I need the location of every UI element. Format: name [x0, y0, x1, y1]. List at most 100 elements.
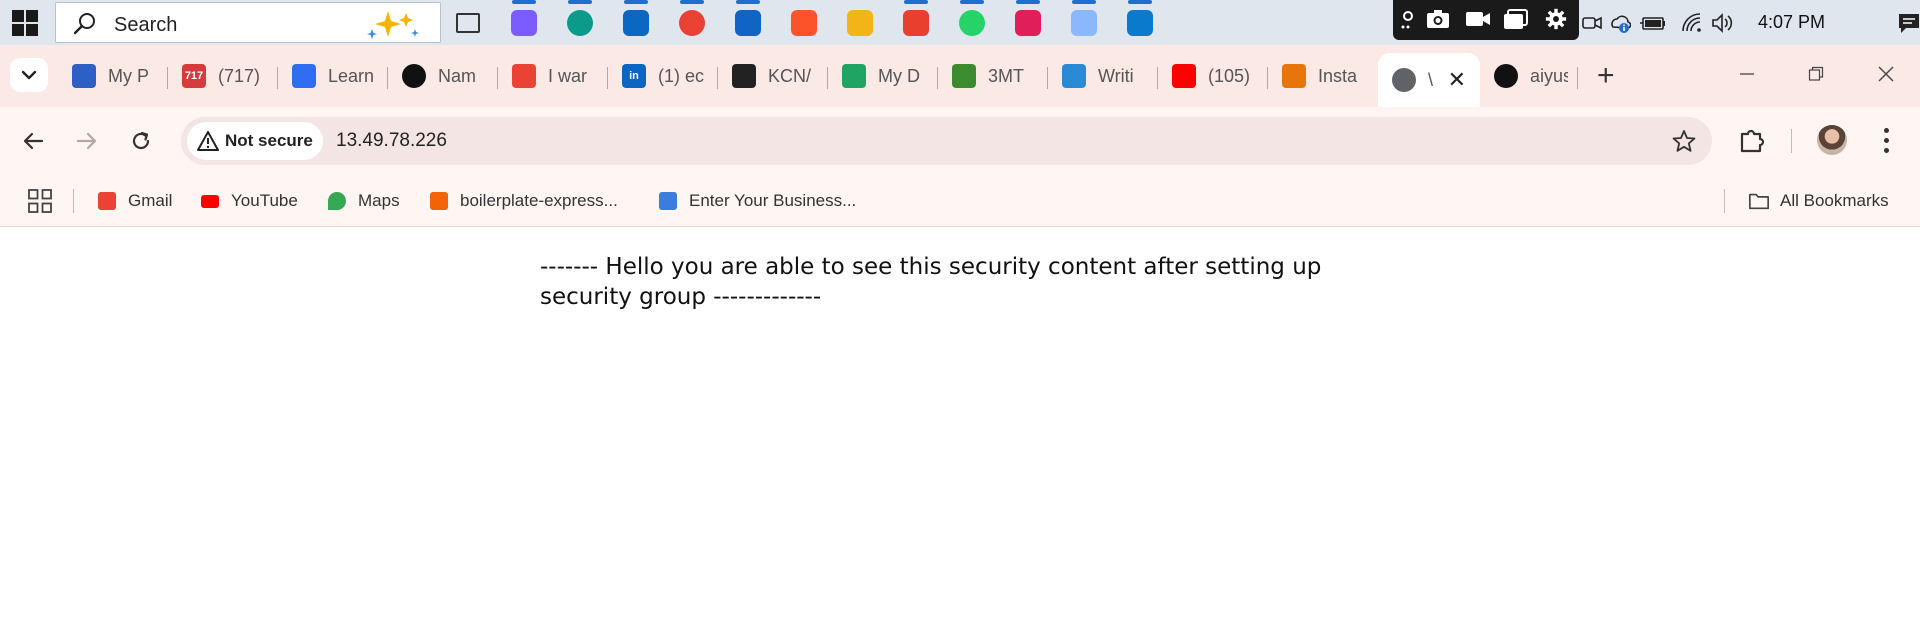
running-indicator	[904, 0, 928, 4]
bookmark-item[interactable]: Enter Your Business...	[657, 187, 856, 215]
tab[interactable]: Learn	[278, 53, 388, 99]
tab[interactable]: My P	[58, 53, 168, 99]
taskbar-app[interactable]	[1010, 0, 1046, 41]
settings-gear-icon[interactable]	[1543, 8, 1569, 30]
tab[interactable]: KCN/	[718, 53, 828, 99]
running-indicator	[736, 0, 760, 4]
wps-icon	[903, 10, 929, 36]
taskbar-app[interactable]	[786, 5, 822, 41]
tab-title: Insta	[1318, 65, 1358, 86]
gmail-icon	[96, 190, 118, 212]
copilot-icon	[511, 10, 537, 36]
clock[interactable]: 4:07 PM	[1758, 12, 1825, 33]
browser-menu-button[interactable]	[1876, 125, 1896, 155]
pin-icon[interactable]	[1399, 8, 1417, 30]
url-text[interactable]: 13.49.78.226	[336, 130, 447, 152]
kcn-icon	[732, 64, 756, 88]
tab-separator	[1577, 67, 1578, 89]
close-window-button[interactable]	[1866, 57, 1906, 91]
page-message: ------- Hello you are able to see this s…	[540, 254, 1322, 310]
onedrive-info-icon[interactable]	[1609, 12, 1631, 34]
bookmark-item[interactable]: boilerplate-express...	[428, 187, 618, 215]
warning-triangle-icon	[197, 131, 219, 151]
tab-title: KCN/	[768, 65, 812, 86]
tab-search-button[interactable]	[10, 58, 48, 92]
close-icon	[1878, 66, 1894, 82]
running-indicator	[568, 0, 592, 4]
tab[interactable]: (105)	[1158, 53, 1268, 99]
bookmark-item[interactable]: YouTube	[199, 187, 298, 215]
tab-title: aiyus	[1530, 65, 1568, 86]
taskbar-search-label: Search	[114, 14, 178, 36]
arrow-left-icon	[23, 132, 44, 150]
bookmark-item[interactable]: Gmail	[96, 187, 172, 215]
notification-717-icon: 717	[182, 64, 206, 88]
tab[interactable]: 3MT	[938, 53, 1048, 99]
taskbar: Search 4:07 PM	[0, 0, 1920, 45]
extensions-puzzle-icon[interactable]	[1737, 125, 1767, 155]
taskbar-app[interactable]	[1122, 0, 1158, 41]
meet-now-icon[interactable]	[1581, 12, 1603, 34]
search-icon	[73, 13, 95, 35]
tab[interactable]: Nam	[388, 53, 498, 99]
tab-title: \	[1428, 69, 1434, 90]
close-tab-icon[interactable]: ✕	[1448, 67, 1466, 93]
running-indicator	[1016, 0, 1040, 4]
battery-charging-icon[interactable]	[1639, 12, 1667, 34]
taskbar-app[interactable]	[730, 0, 766, 41]
video-record-icon[interactable]	[1465, 8, 1491, 30]
taskbar-app[interactable]	[450, 5, 486, 41]
tab[interactable]: 717 (717)	[168, 53, 278, 99]
tab[interactable]: I war	[498, 53, 608, 99]
site-security-chip[interactable]: Not secure	[187, 122, 323, 160]
notifications-icon[interactable]	[1897, 12, 1920, 34]
taskbar-app[interactable]	[674, 0, 710, 41]
vscode-icon	[1127, 10, 1153, 36]
all-bookmarks-button[interactable]: All Bookmarks	[1748, 187, 1889, 215]
window-capture-icon[interactable]	[1503, 8, 1529, 30]
taskbar-app[interactable]	[954, 0, 990, 41]
edge-icon	[567, 10, 593, 36]
whatsapp-icon	[959, 10, 985, 36]
new-tab-button[interactable]: +	[1597, 61, 1615, 91]
tab-title: 3MT	[988, 65, 1024, 86]
tab-active[interactable]: \ ✕	[1378, 53, 1480, 107]
copilot-sparkle-icon	[367, 11, 419, 39]
volume-icon[interactable]	[1711, 12, 1733, 34]
back-button[interactable]	[15, 123, 51, 159]
file-explorer-icon	[847, 10, 873, 36]
minimize-button[interactable]	[1727, 57, 1767, 91]
tab[interactable]: Writi	[1048, 53, 1158, 99]
bookmark-star-icon[interactable]	[1672, 129, 1696, 153]
forward-button[interactable]	[69, 123, 105, 159]
taskbar-search-box[interactable]: Search	[55, 2, 441, 43]
bookmark-item[interactable]: Maps	[326, 187, 400, 215]
bookmark-label: YouTube	[231, 191, 298, 210]
bookmark-label: boilerplate-express...	[460, 191, 618, 210]
tab[interactable]: Insta	[1268, 53, 1378, 99]
toolbar-divider	[1791, 129, 1792, 153]
profile-avatar[interactable]	[1817, 125, 1847, 155]
tab[interactable]: aiyus	[1480, 53, 1578, 99]
taskbar-app[interactable]	[618, 0, 654, 41]
not-secure-label: Not secure	[225, 131, 313, 150]
taskbar-app[interactable]	[1066, 0, 1102, 41]
wifi-icon[interactable]	[1681, 12, 1703, 34]
running-indicator	[512, 0, 536, 4]
taskbar-app[interactable]	[842, 5, 878, 41]
tab[interactable]: in (1) ec	[608, 53, 718, 99]
address-bar[interactable]: Not secure 13.49.78.226	[181, 117, 1712, 165]
taskbar-app[interactable]	[562, 0, 598, 41]
restore-button[interactable]	[1796, 57, 1836, 91]
folder-icon	[1749, 193, 1769, 210]
reload-button[interactable]	[123, 123, 159, 159]
taskbar-app[interactable]	[898, 0, 934, 41]
tab[interactable]: My D	[828, 53, 938, 99]
taskbar-app[interactable]	[506, 0, 542, 41]
tab-title: (1) ec	[658, 65, 705, 86]
tab-title: My P	[108, 65, 150, 86]
camera-icon[interactable]	[1425, 8, 1451, 30]
windows-start-icon[interactable]	[12, 10, 38, 36]
apps-grid-icon[interactable]	[28, 189, 52, 213]
my-p-icon	[72, 64, 96, 88]
